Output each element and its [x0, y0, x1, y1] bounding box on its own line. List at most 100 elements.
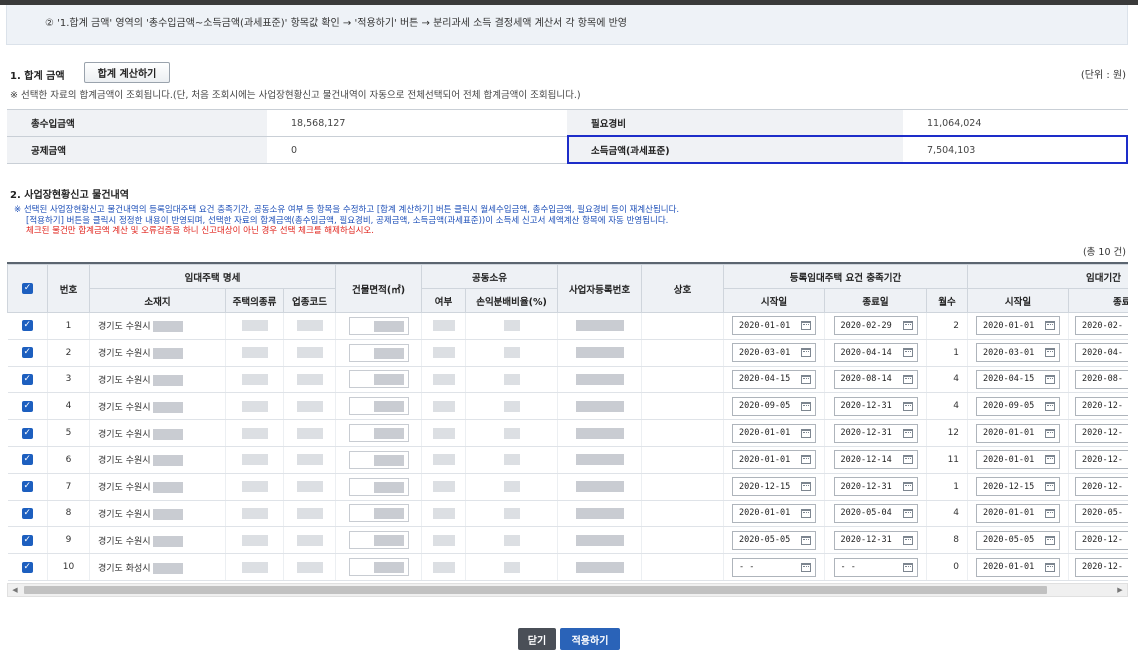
- end-date-input[interactable]: 2020-02-29: [833, 316, 918, 336]
- row-select-cell[interactable]: ✓: [7, 473, 48, 501]
- calendar-icon[interactable]: [902, 428, 913, 438]
- row-loss-ratio[interactable]: [465, 312, 559, 340]
- calendar-icon[interactable]: [902, 348, 913, 358]
- row-end-date[interactable]: 2020-12-31: [824, 419, 928, 447]
- calendar-icon[interactable]: [801, 428, 812, 438]
- horizontal-scrollbar[interactable]: ◀ ▶: [7, 583, 1128, 597]
- row-end-date[interactable]: 2020-02-29: [824, 312, 928, 340]
- row-checkbox-icon[interactable]: ✓: [21, 373, 33, 385]
- row-rent-start[interactable]: 2020-01-01: [967, 419, 1070, 447]
- row-loss-ratio[interactable]: [465, 366, 559, 394]
- rent-start-input[interactable]: 2020-01-01: [976, 316, 1061, 336]
- row-start-date[interactable]: 2020-09-05: [723, 392, 826, 421]
- rent-end-input[interactable]: 2020-08-: [1075, 369, 1128, 389]
- row-checkbox-icon[interactable]: ✓: [21, 454, 33, 466]
- row-start-date[interactable]: 2020-01-01: [723, 419, 826, 447]
- row-co-own-yn[interactable]: [421, 473, 467, 501]
- row-rent-start[interactable]: 2020-01-01: [967, 500, 1070, 528]
- row-co-own-yn[interactable]: [421, 446, 467, 474]
- calendar-icon[interactable]: [902, 374, 913, 384]
- rent-end-input[interactable]: 2020-12-: [1075, 396, 1128, 416]
- start-date-input[interactable]: 2020-01-01: [732, 503, 817, 523]
- end-date-input[interactable]: 2020-12-31: [833, 530, 918, 550]
- calendar-icon[interactable]: [1045, 321, 1056, 331]
- table-row[interactable]: ✓ 10 경기도 화성시 - - - - 0 2020-01-01 2020-12-: [7, 553, 1128, 581]
- calc-total-button[interactable]: 합계 계산하기: [84, 62, 170, 83]
- end-date-input[interactable]: 2020-12-31: [833, 477, 918, 497]
- row-checkbox-icon[interactable]: ✓: [21, 534, 33, 546]
- row-rent-start[interactable]: 2020-12-15: [967, 473, 1070, 501]
- calendar-icon[interactable]: [801, 508, 812, 518]
- row-rent-start[interactable]: 2020-05-05: [967, 526, 1070, 555]
- row-end-date[interactable]: 2020-12-31: [824, 473, 928, 501]
- select-all-checkbox-icon[interactable]: ✓: [22, 283, 33, 294]
- calendar-icon[interactable]: [1045, 348, 1056, 358]
- row-end-date[interactable]: 2020-12-31: [824, 392, 928, 421]
- calendar-icon[interactable]: [801, 562, 812, 572]
- row-rent-end[interactable]: 2020-04-: [1068, 339, 1128, 367]
- end-date-input[interactable]: - -: [833, 557, 918, 577]
- calendar-icon[interactable]: [801, 482, 812, 492]
- table-row[interactable]: ✓ 9 경기도 수원시 2020-05-05 2020-12-31 8 2020-05-0…: [7, 526, 1128, 555]
- start-date-input[interactable]: 2020-12-15: [732, 477, 817, 497]
- rent-end-input[interactable]: 2020-12-: [1075, 557, 1128, 577]
- calendar-icon[interactable]: [1045, 455, 1056, 465]
- end-date-input[interactable]: 2020-12-31: [833, 396, 918, 416]
- rent-end-input[interactable]: 2020-12-: [1075, 530, 1128, 550]
- row-rent-end[interactable]: 2020-12-: [1068, 446, 1128, 474]
- row-loss-ratio[interactable]: [465, 392, 559, 421]
- rent-start-input[interactable]: 2020-09-05: [976, 396, 1061, 416]
- row-rent-start[interactable]: 2020-04-15: [967, 366, 1070, 394]
- row-start-date[interactable]: 2020-01-01: [723, 312, 826, 340]
- row-checkbox-icon[interactable]: ✓: [21, 507, 33, 519]
- row-checkbox-icon[interactable]: ✓: [21, 481, 33, 493]
- row-select-cell[interactable]: ✓: [7, 526, 48, 555]
- rent-start-input[interactable]: 2020-01-01: [976, 450, 1061, 470]
- row-loss-ratio[interactable]: [465, 419, 559, 447]
- end-date-input[interactable]: 2020-05-04: [833, 503, 918, 523]
- end-date-input[interactable]: 2020-12-31: [833, 423, 918, 443]
- row-co-own-yn[interactable]: [421, 526, 467, 555]
- area-input[interactable]: [348, 316, 409, 335]
- start-date-input[interactable]: 2020-03-01: [732, 343, 817, 363]
- row-start-date[interactable]: 2020-12-15: [723, 473, 826, 501]
- table-row[interactable]: ✓ 7 경기도 수원시 2020-12-15 2020-12-31 1 2020-12-1…: [7, 473, 1128, 501]
- area-input[interactable]: [348, 504, 409, 523]
- rent-end-input[interactable]: 2020-05-: [1075, 503, 1128, 523]
- calendar-icon[interactable]: [801, 535, 812, 545]
- calendar-icon[interactable]: [1045, 374, 1056, 384]
- area-input[interactable]: [348, 343, 409, 362]
- start-date-input[interactable]: 2020-09-05: [732, 396, 817, 416]
- calendar-icon[interactable]: [902, 482, 913, 492]
- row-select-cell[interactable]: ✓: [7, 446, 48, 474]
- row-co-own-yn[interactable]: [421, 392, 467, 421]
- row-area[interactable]: [335, 312, 423, 340]
- row-start-date[interactable]: 2020-01-01: [723, 500, 826, 528]
- row-checkbox-icon[interactable]: ✓: [21, 561, 33, 573]
- end-date-input[interactable]: 2020-12-14: [833, 450, 918, 470]
- row-rent-end[interactable]: 2020-12-: [1068, 526, 1128, 555]
- calendar-icon[interactable]: [1045, 401, 1056, 411]
- table-row[interactable]: ✓ 5 경기도 수원시 2020-01-01 2020-12-31 12 2020-01-…: [7, 419, 1128, 447]
- calendar-icon[interactable]: [1045, 482, 1056, 492]
- calendar-icon[interactable]: [1045, 428, 1056, 438]
- row-rent-end[interactable]: 2020-05-: [1068, 500, 1128, 528]
- row-end-date[interactable]: 2020-08-14: [824, 366, 928, 394]
- start-date-input[interactable]: 2020-01-01: [732, 316, 817, 336]
- row-start-date[interactable]: 2020-04-15: [723, 366, 826, 394]
- row-rent-start[interactable]: 2020-03-01: [967, 339, 1070, 367]
- row-checkbox-icon[interactable]: ✓: [21, 347, 33, 359]
- row-area[interactable]: [335, 446, 423, 474]
- row-checkbox-icon[interactable]: ✓: [21, 427, 33, 439]
- row-area[interactable]: [335, 366, 423, 394]
- row-loss-ratio[interactable]: [465, 526, 559, 555]
- area-input[interactable]: [348, 370, 409, 389]
- calendar-icon[interactable]: [801, 348, 812, 358]
- row-start-date[interactable]: 2020-03-01: [723, 339, 826, 367]
- area-input[interactable]: [348, 558, 409, 577]
- row-co-own-yn[interactable]: [421, 553, 467, 581]
- row-end-date[interactable]: 2020-12-31: [824, 526, 928, 555]
- scroll-left-arrow-icon[interactable]: ◀: [8, 584, 22, 596]
- area-input[interactable]: [348, 450, 409, 469]
- rent-end-input[interactable]: 2020-02-: [1075, 316, 1128, 336]
